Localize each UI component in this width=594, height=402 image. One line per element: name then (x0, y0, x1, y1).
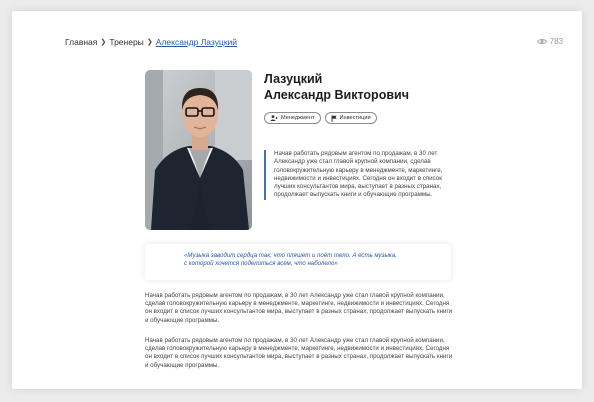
trainer-surname: Лазуцкий (264, 72, 323, 86)
flag-icon (331, 115, 337, 122)
trainer-given-name: Александр Викторович (264, 87, 409, 102)
trainer-card: Главная ❯ Тренеры ❯ Александр Лазуцкий 7… (12, 11, 582, 389)
views-count: 783 (549, 37, 563, 46)
breadcrumb-home[interactable]: Главная (65, 37, 97, 47)
tag-management[interactable]: Менеджмент (264, 112, 321, 124)
chevron-right-icon: ❯ (100, 39, 107, 46)
person-icon (270, 115, 278, 121)
quote-line: «Музыка заводит сердца так, что пляшет и… (184, 252, 397, 259)
tag-label: Инвестиции (339, 115, 371, 121)
description-paragraph: Начав работать рядовым агентом по продаж… (145, 337, 453, 369)
trainer-tags: Менеджмент Инвестиции (264, 112, 377, 124)
eye-icon (536, 38, 547, 45)
breadcrumb-trainers[interactable]: Тренеры (109, 37, 143, 47)
trainer-photo (145, 70, 252, 230)
trainer-bio: Начав работать рядовым агентом по продаж… (264, 150, 456, 200)
trainer-name: Лазуцкий Александр Викторович (264, 72, 474, 103)
tag-investments[interactable]: Инвестиции (324, 112, 377, 124)
description-paragraph: Начав работать рядовым агентом по продаж… (145, 292, 453, 324)
breadcrumb: Главная ❯ Тренеры ❯ Александр Лазуцкий (65, 37, 237, 47)
trainer-quote: «Музыка заводит сердца так, что пляшет и… (145, 244, 451, 280)
views-counter: 783 (536, 37, 563, 46)
quote-line: с которой хочется поделиться всем, что н… (184, 260, 338, 268)
chevron-right-icon: ❯ (146, 39, 153, 46)
breadcrumb-current[interactable]: Александр Лазуцкий (156, 37, 237, 47)
tag-label: Менеджмент (281, 115, 315, 121)
